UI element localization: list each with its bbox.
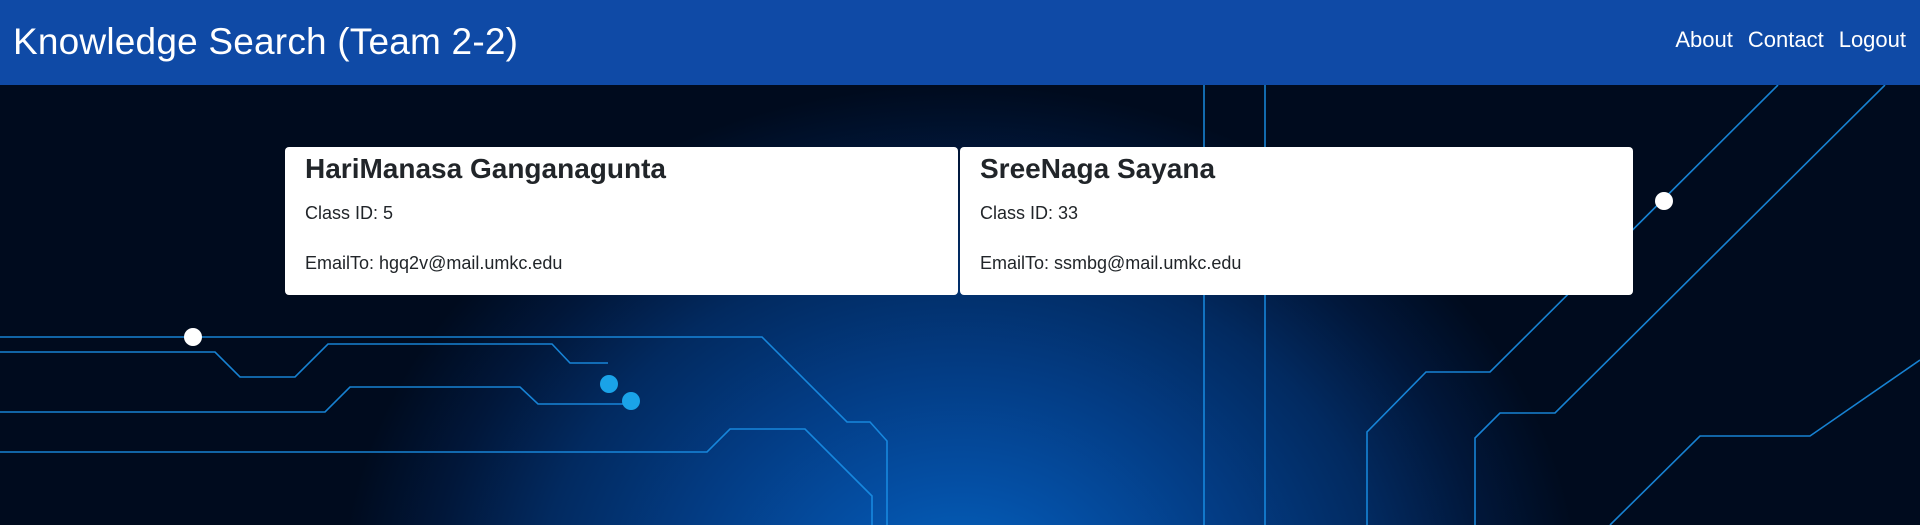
member-class-id: Class ID: 33 (980, 203, 1079, 223)
member-card: HariManasa Ganganagunta Class ID: 5 Emai… (285, 147, 958, 295)
member-name: SreeNaga Sayana (980, 153, 1216, 184)
circuit-node-white (184, 328, 202, 346)
nav-link-contact[interactable]: Contact (1748, 27, 1824, 53)
circuit-trace (0, 386, 630, 413)
circuit-trace (1609, 359, 1920, 525)
top-navbar: Knowledge Search (Team 2-2) About Contac… (0, 0, 1920, 85)
circuit-node-cyan (622, 392, 640, 410)
circuit-trace (0, 343, 608, 378)
member-name: HariManasa Ganganagunta (305, 153, 666, 184)
member-email: EmailTo: ssmbg@mail.umkc.edu (980, 253, 1242, 273)
team-member-cards: HariManasa Ganganagunta Class ID: 5 Emai… (285, 147, 1633, 295)
circuit-node-white (1655, 192, 1673, 210)
nav-link-about[interactable]: About (1675, 27, 1733, 53)
circuit-trace (0, 428, 873, 525)
circuit-trace (0, 336, 888, 525)
member-class-id: Class ID: 5 (305, 203, 394, 223)
circuit-node-cyan (600, 375, 618, 393)
nav-links: About Contact Logout (1675, 27, 1906, 53)
member-card: SreeNaga Sayana Class ID: 33 EmailTo: ss… (960, 147, 1633, 295)
brand-title[interactable]: Knowledge Search (Team 2-2) (13, 21, 518, 63)
nav-link-logout[interactable]: Logout (1839, 27, 1906, 53)
member-email: EmailTo: hgq2v@mail.umkc.edu (305, 253, 563, 273)
